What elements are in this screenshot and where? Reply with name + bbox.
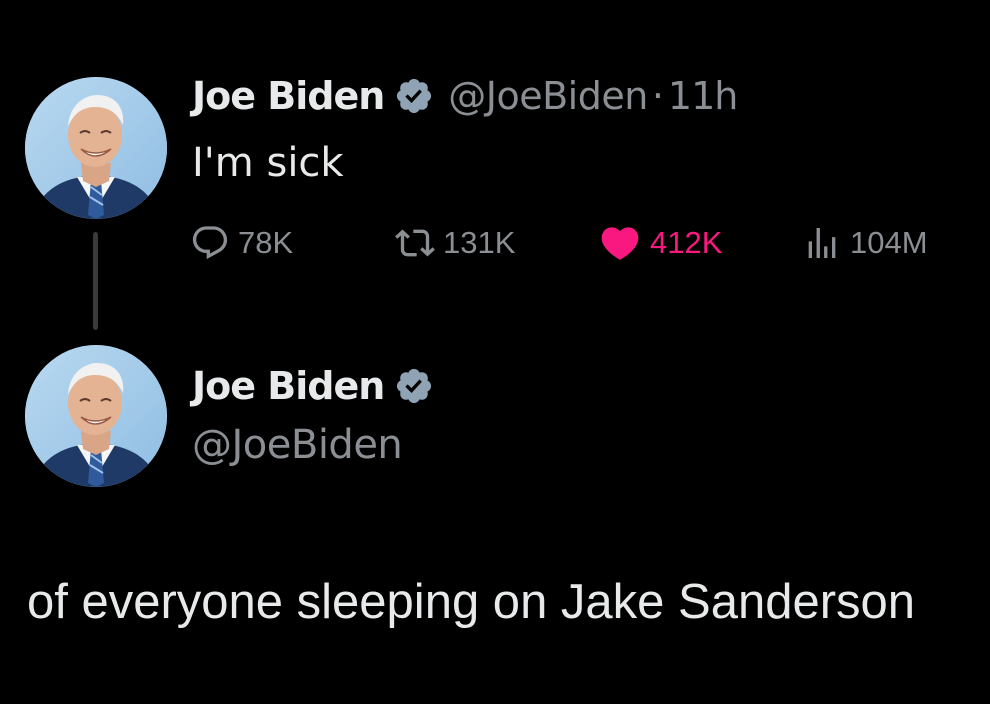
separator-dot: · [651, 74, 664, 118]
timestamp[interactable]: 11h [668, 74, 738, 118]
like-button[interactable]: 412K [598, 220, 722, 266]
verified-badge-icon[interactable] [394, 76, 434, 116]
tweet-text: I'm sick [192, 140, 344, 186]
views-icon [808, 228, 836, 258]
reply-header: Joe Biden [192, 364, 434, 408]
heart-icon [601, 227, 639, 260]
display-name[interactable]: Joe Biden [192, 74, 385, 118]
like-count: 412K [650, 225, 723, 260]
views-button[interactable]: 104M [802, 220, 928, 266]
verified-badge-icon[interactable] [394, 366, 434, 406]
reply-count: 78K [238, 225, 294, 260]
views-count: 104M [850, 225, 928, 260]
reply-avatar[interactable] [25, 345, 167, 487]
profile-photo-icon [25, 77, 167, 219]
retweet-button[interactable]: 131K [395, 220, 515, 266]
reply-display-name[interactable]: Joe Biden [192, 364, 385, 408]
tweet-header: Joe Biden @JoeBiden · 11h [192, 74, 738, 118]
handle[interactable]: @JoeBiden [448, 74, 648, 118]
avatar[interactable] [25, 77, 167, 219]
profile-photo-icon [25, 345, 167, 487]
reply-button[interactable]: 78K [190, 220, 293, 266]
reply-text: of everyone sleeping on Jake Sanderson [27, 575, 916, 629]
reply-handle[interactable]: @JoeBiden [192, 422, 403, 468]
retweet-icon [395, 229, 435, 257]
thread-line [93, 232, 98, 330]
reply-icon [192, 226, 228, 260]
retweet-count: 131K [443, 225, 516, 260]
